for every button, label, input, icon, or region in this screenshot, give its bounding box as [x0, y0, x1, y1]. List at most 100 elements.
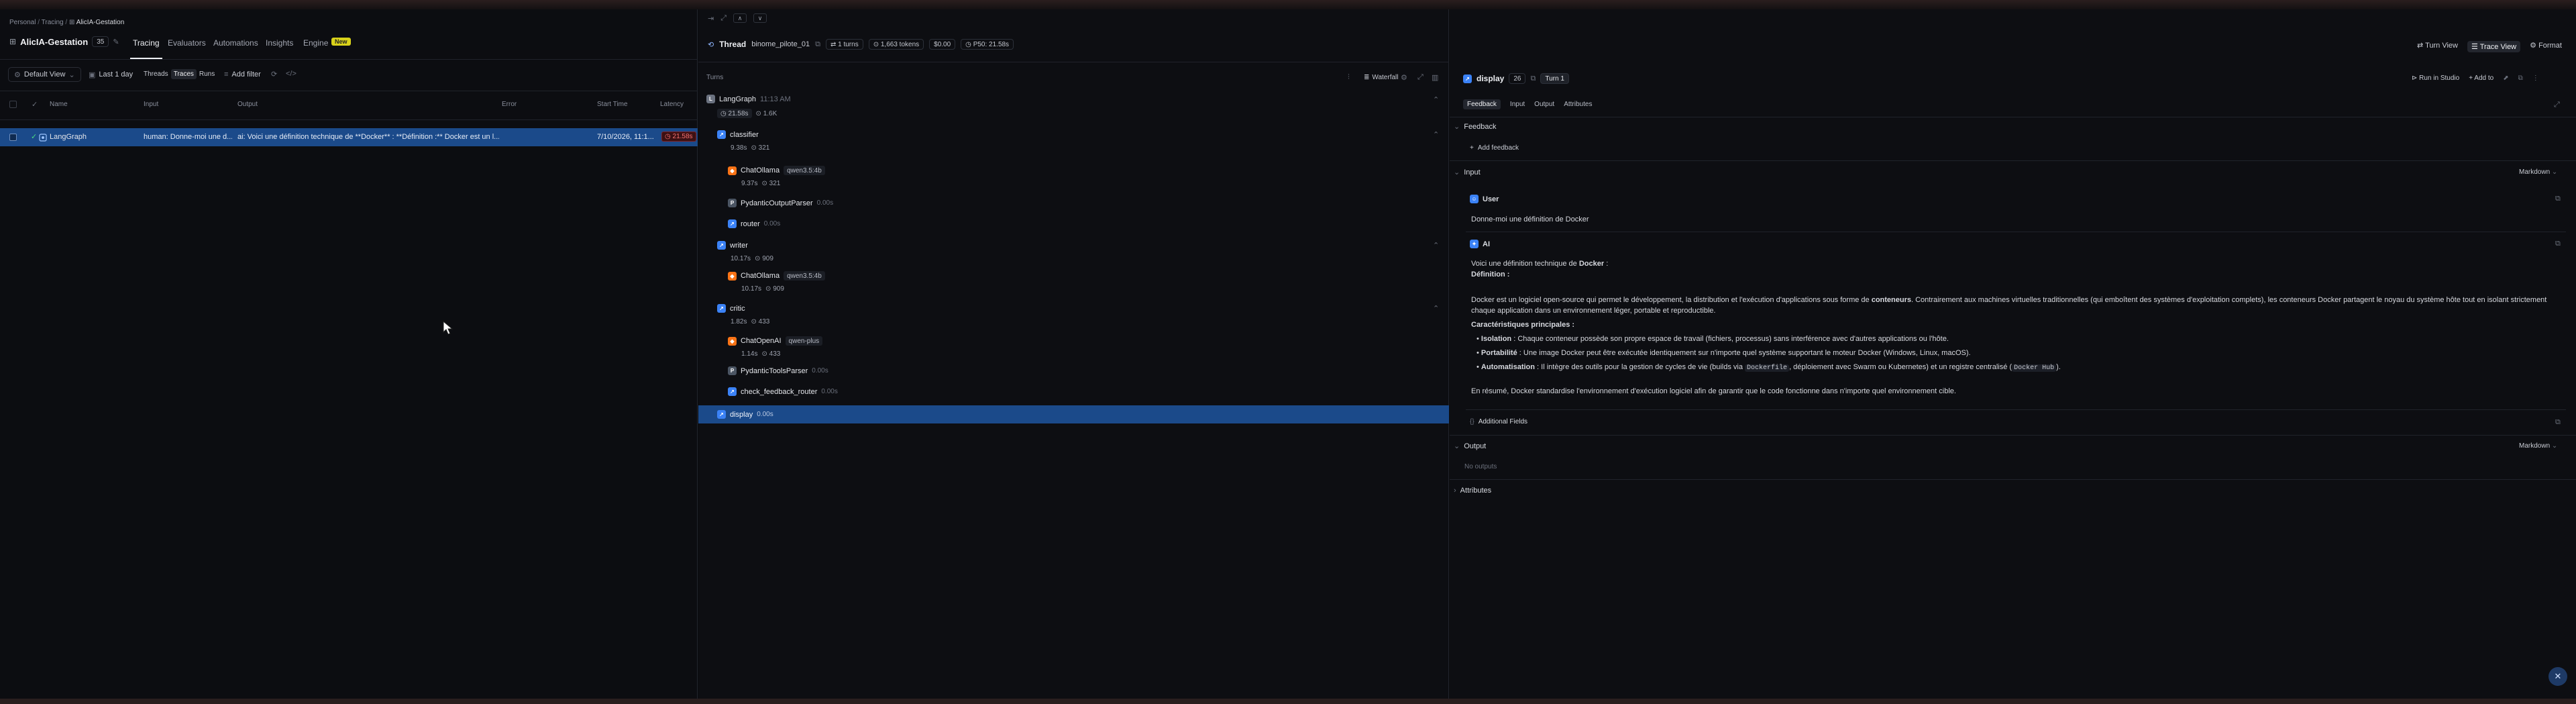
copy-icon[interactable]: ⧉	[2555, 240, 2561, 248]
chain-icon: ↗	[728, 387, 737, 396]
col-start-time[interactable]: Start Time	[597, 101, 628, 108]
tab-evaluators[interactable]: Evaluators	[168, 38, 206, 48]
fullscreen-icon[interactable]: ⤢	[2554, 101, 2560, 109]
toggle-threads[interactable]: Threads	[141, 69, 171, 79]
prev-arrow-icon[interactable]: ∧	[733, 13, 747, 23]
breadcrumb-personal[interactable]: Personal	[9, 19, 36, 26]
langgraph-icon: L	[706, 95, 715, 103]
settings-icon[interactable]: ⚙	[1401, 73, 1407, 82]
row-checkbox[interactable]	[9, 134, 17, 141]
chatollama1-model: qwen3.5:4b	[784, 166, 825, 175]
expand-all-icon[interactable]: ⤢	[1417, 73, 1424, 82]
filter-icon: ≡	[224, 70, 229, 79]
col-output[interactable]: Output	[237, 101, 258, 108]
collapse-root-icon[interactable]: ⌃	[1433, 95, 1439, 104]
tree-node-writer[interactable]: ↗ writer	[717, 241, 748, 250]
tree-node-critic[interactable]: ↗ critic	[717, 304, 745, 313]
filter-icon[interactable]: ⫶	[1348, 73, 1350, 82]
pane-controls: ⇥ ⤢ ∧ ∨	[708, 13, 767, 23]
view-selector[interactable]: ⚙ Default View ⌄	[8, 67, 81, 82]
assistant-fab-icon[interactable]: ✕	[2548, 667, 2567, 686]
output-format-select[interactable]: Markdown ⌄	[2519, 442, 2557, 450]
writer-latency: 10.17s	[731, 255, 751, 262]
trace-view-button[interactable]: ☰ Trace View	[2467, 41, 2521, 52]
refresh-icon[interactable]: ⟳	[271, 70, 277, 79]
bullet3-pre: : Il intègre des outils pour la gestion …	[1534, 363, 1746, 371]
add-to-button[interactable]: + Add to	[2469, 74, 2493, 82]
input-section-title: Input	[1464, 168, 1481, 177]
next-arrow-icon[interactable]: ∨	[753, 13, 767, 23]
run-in-studio-button[interactable]: ⊳ Run in Studio	[2412, 74, 2459, 82]
row-name[interactable]: LangGraph	[50, 133, 87, 141]
add-feedback-button[interactable]: + Add feedback	[1470, 144, 1519, 152]
tab-feedback[interactable]: Feedback	[1463, 99, 1501, 109]
add-filter-button[interactable]: ≡ Add filter	[219, 67, 266, 82]
collapse-classifier-icon[interactable]: ⌃	[1433, 130, 1439, 139]
tree-node-chatollama-1[interactable]: ◆ ChatOllama qwen3.5:4b	[728, 166, 825, 175]
collapse-icon[interactable]: ⇥	[708, 14, 714, 23]
table-header-divider	[0, 119, 698, 120]
critic-tokens: ⊙ 433	[751, 318, 770, 325]
tree-node-classifier[interactable]: ↗ classifier	[717, 130, 759, 139]
pydantic-output-latency: 0.00s	[816, 199, 834, 207]
critic-meta: 1.82s ⊙ 433	[731, 318, 769, 325]
panel-icon[interactable]: ▥	[1432, 73, 1438, 82]
copy-icon[interactable]: ⧉	[2555, 418, 2561, 427]
tree-node-pydantic-output-parser[interactable]: P PydanticOutputParser 0.00s	[728, 199, 833, 207]
toggle-traces[interactable]: Traces	[170, 69, 197, 79]
toggle-runs[interactable]: Runs	[197, 69, 217, 79]
link-icon[interactable]: ⧉	[1530, 74, 1536, 83]
tree-node-display[interactable]: ↗ display 0.00s	[698, 405, 1449, 423]
tree-node-pydantic-tools-parser[interactable]: P PydanticToolsParser 0.00s	[728, 366, 828, 375]
tree-node-check-feedback-router[interactable]: ↗ check_feedback_router 0.00s	[728, 387, 838, 396]
col-input[interactable]: Input	[144, 101, 158, 108]
time-filter[interactable]: ▣ Last 1 day	[83, 67, 138, 82]
edit-icon[interactable]: ✎	[113, 38, 119, 46]
breadcrumb-tracing[interactable]: Tracing	[42, 19, 64, 26]
input-format-select[interactable]: Markdown ⌄	[2519, 168, 2557, 176]
view-label: Default View	[23, 70, 66, 79]
feedback-section-header[interactable]: ⌄ Feedback	[1454, 122, 1497, 132]
breadcrumb-project[interactable]: AlicIA-Gestation	[76, 19, 125, 26]
tab-input[interactable]: Input	[1510, 99, 1525, 109]
copy-icon[interactable]: ⧉	[2518, 74, 2523, 82]
table-row[interactable]: ✓ LangGraph human: Donne-moi une d... ai…	[0, 128, 698, 146]
format-button[interactable]: ⚙ Format	[2530, 41, 2562, 52]
tree-node-router[interactable]: ↗ router 0.00s	[728, 219, 780, 228]
turn-chip[interactable]: Turn 1	[1540, 73, 1569, 84]
tab-automations[interactable]: Automations	[213, 38, 258, 48]
share-icon[interactable]: ⬈	[2503, 74, 2508, 82]
output-divider	[1450, 479, 2576, 480]
col-latency[interactable]: Latency	[660, 101, 684, 108]
copy-icon[interactable]: ⧉	[815, 40, 820, 49]
input-section-header[interactable]: ⌄ Input	[1454, 168, 1481, 177]
waterfall-toggle[interactable]: ≣ Waterfall	[1364, 74, 1398, 81]
attributes-section-header[interactable]: › Attributes	[1454, 487, 1491, 495]
select-all-checkbox[interactable]	[9, 101, 17, 108]
collapse-critic-icon[interactable]: ⌃	[1433, 304, 1439, 313]
chevron-down-icon: ⌄	[1454, 123, 1460, 131]
col-name[interactable]: Name	[50, 101, 68, 108]
output-section-header[interactable]: ⌄ Output	[1454, 442, 1486, 451]
turn-view-button[interactable]: ⇄ Turn View	[2417, 41, 2458, 52]
tab-attributes[interactable]: Attributes	[1564, 99, 1592, 109]
bullet2-text: : Une image Docker peut être exécutée id…	[1517, 349, 1971, 357]
bullet3-mid: , déploiement avec Swarm ou Kubernetes) …	[1789, 363, 2012, 371]
col-error[interactable]: Error	[502, 101, 517, 108]
copy-icon[interactable]: ⧉	[2555, 195, 2561, 203]
tab-output[interactable]: Output	[1534, 99, 1554, 109]
tree-root[interactable]: L LangGraph 11:13 AM	[706, 95, 791, 103]
tab-tracing[interactable]: Tracing	[130, 38, 162, 59]
expand-icon[interactable]: ⤢	[720, 14, 727, 23]
collapse-writer-icon[interactable]: ⌃	[1433, 241, 1439, 250]
more-icon[interactable]: ⋮	[2532, 74, 2539, 82]
tab-engine[interactable]: Engine	[303, 38, 328, 48]
tree-node-chatopenai[interactable]: ◆ ChatOpenAI qwen-plus	[728, 336, 823, 346]
additional-fields-toggle[interactable]: {} Additional Fields	[1470, 418, 1527, 425]
classifier-tokens: ⊙ 321	[751, 144, 770, 152]
tab-insights[interactable]: Insights	[266, 38, 293, 48]
tree-node-chatollama-2[interactable]: ◆ ChatOllama qwen3.5:4b	[728, 271, 825, 281]
chatopenai-tokens: ⊙ 433	[761, 350, 781, 358]
view-icon: ⚙	[14, 70, 21, 79]
code-icon[interactable]: </>	[286, 70, 297, 78]
